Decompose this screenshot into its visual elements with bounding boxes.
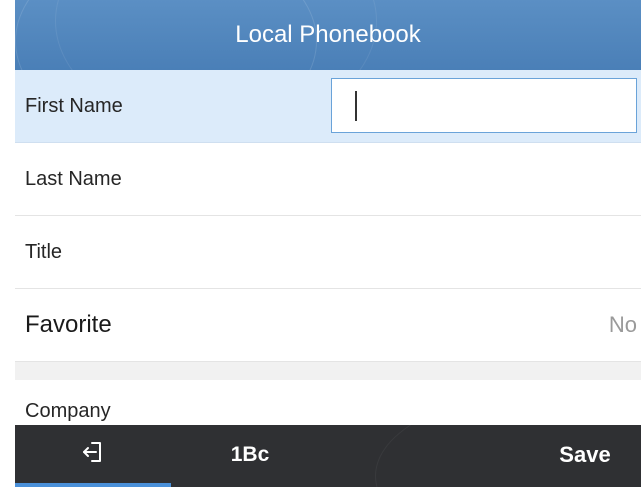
- first-name-label: First Name: [25, 94, 123, 117]
- form-row-last-name[interactable]: Last Name: [15, 143, 641, 216]
- save-softkey[interactable]: Save: [535, 425, 635, 484]
- title-label: Title: [25, 240, 63, 263]
- back-softkey[interactable]: [15, 425, 171, 484]
- back-softkey-underline: [15, 483, 171, 487]
- page-title: Local Phonebook: [235, 21, 421, 48]
- company-label: Company: [25, 400, 111, 422]
- contact-form: First Name Last Name Title Favorite No C…: [15, 70, 641, 440]
- text-caret: [355, 91, 357, 121]
- input-method-softkey[interactable]: 1Bc: [195, 425, 305, 484]
- left-margin: [0, 0, 15, 487]
- favorite-value: No: [608, 312, 637, 337]
- softkey-bar: 1Bc Save: [15, 425, 641, 487]
- section-divider: [15, 362, 641, 380]
- title-bar: Local Phonebook: [15, 0, 641, 70]
- last-name-label: Last Name: [25, 167, 122, 190]
- form-row-first-name[interactable]: First Name: [15, 70, 641, 143]
- back-arrow-icon: [81, 440, 105, 470]
- form-row-title[interactable]: Title: [15, 216, 641, 289]
- first-name-input[interactable]: [331, 78, 637, 133]
- phonebook-screen: Local Phonebook First Name Last Name Tit…: [0, 0, 641, 487]
- favorite-label: Favorite: [25, 311, 112, 338]
- form-row-favorite[interactable]: Favorite No: [15, 289, 641, 362]
